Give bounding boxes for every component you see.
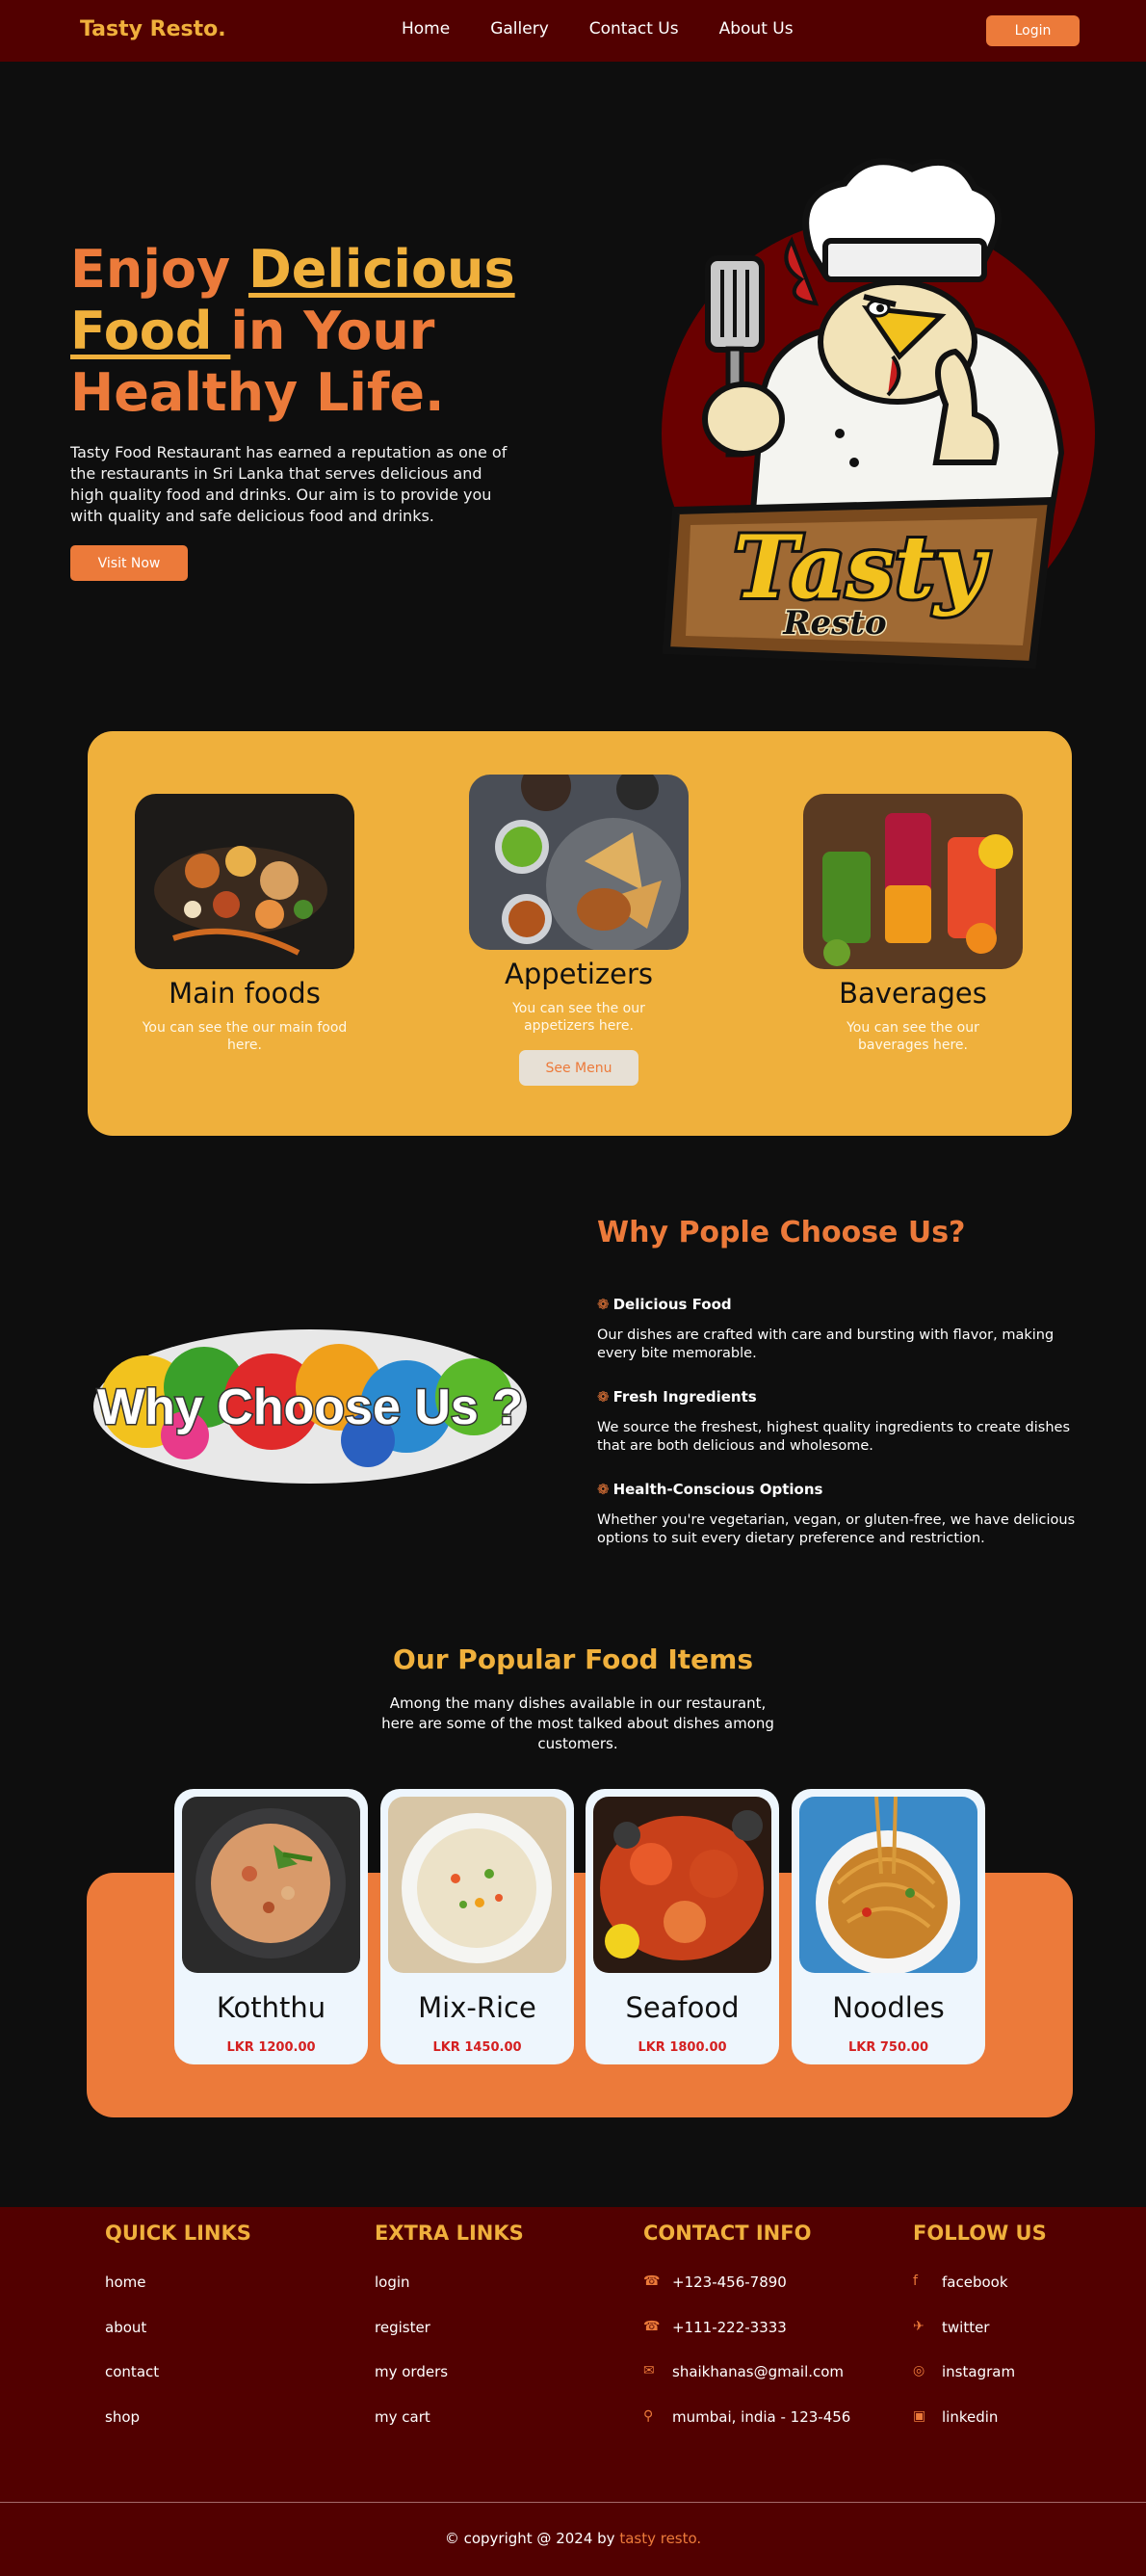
contact-email[interactable]: ✉ shaikhanas@gmail.com bbox=[643, 2363, 850, 2408]
nav-link-gallery[interactable]: Gallery bbox=[490, 19, 549, 39]
why-item-body: We source the freshest, highest quality … bbox=[597, 1420, 1071, 1454]
instagram-icon: ◎ bbox=[913, 2363, 925, 2379]
noodles-image bbox=[799, 1797, 977, 1973]
food-card-mix-rice[interactable]: Mix-Rice LKR 1450.00 bbox=[380, 1789, 574, 2064]
mix-rice-image bbox=[388, 1797, 566, 1973]
why-item-fresh-ingredients: ❁ Fresh Ingredients We source the freshes… bbox=[597, 1388, 1079, 1456]
footer-link-about[interactable]: about bbox=[105, 2319, 251, 2364]
food-name: Koththu bbox=[216, 1991, 326, 2024]
category-description: You can see the our baverages here. bbox=[846, 1020, 979, 1053]
hero-title-part1: Enjoy bbox=[70, 239, 248, 300]
category-beverages[interactable]: Baverages You can see the our baverages … bbox=[797, 794, 1029, 1054]
food-price: LKR 1800.00 bbox=[638, 2040, 727, 2055]
seafood-image bbox=[593, 1797, 771, 1973]
main-foods-image bbox=[135, 794, 354, 969]
contact-phone-1[interactable]: ☎ +123-456-7890 bbox=[643, 2274, 850, 2319]
footer-divider bbox=[0, 2502, 1146, 2503]
nav-links: Home Gallery Contact Us About Us bbox=[402, 19, 834, 39]
category-description: You can see the our appetizers here. bbox=[512, 1001, 645, 1034]
food-name: Mix-Rice bbox=[418, 1991, 536, 2024]
footer-link-my-orders[interactable]: my orders bbox=[375, 2363, 524, 2408]
login-button[interactable]: Login bbox=[986, 15, 1080, 46]
category-main-foods[interactable]: Main foods You can see the our main food… bbox=[129, 794, 360, 1054]
popular-section-subtitle: Among the many dishes available in our r… bbox=[381, 1695, 774, 1752]
category-title: Appetizers bbox=[504, 958, 654, 990]
appetizers-image bbox=[469, 775, 689, 950]
food-price: LKR 750.00 bbox=[847, 2040, 929, 2055]
contact-phone-2[interactable]: ☎ +111-222-3333 bbox=[643, 2319, 850, 2364]
footer-link-home[interactable]: home bbox=[105, 2274, 251, 2319]
food-card-noodles[interactable]: Noodles LKR 750.00 bbox=[792, 1789, 985, 2064]
hero-description: Tasty Food Restaurant has earned a reput… bbox=[70, 443, 508, 525]
hero-title: Enjoy Delicious Food in Your Healthy Lif… bbox=[70, 239, 571, 424]
footer-link-my-cart[interactable]: my cart bbox=[375, 2408, 524, 2454]
food-card-koththu[interactable]: Koththu LKR 1200.00 bbox=[174, 1789, 368, 2064]
why-item-health-options: ❁ Health-Conscious Options Whether you're… bbox=[597, 1481, 1079, 1548]
footer-extra-links: EXTRA LINKS login register my orders my … bbox=[375, 2221, 524, 2453]
social-facebook-link[interactable]: f facebook bbox=[913, 2274, 1047, 2319]
phone-icon: ☎ bbox=[643, 2274, 661, 2289]
twitter-icon: ✈ bbox=[913, 2318, 925, 2334]
map-pin-icon: ⚲ bbox=[643, 2407, 654, 2424]
why-item-heading: ❁ Health-Conscious Options bbox=[597, 1481, 823, 1498]
why-choose-us-image-text: Why Choose Us ? bbox=[97, 1380, 523, 1435]
envelope-icon: ✉ bbox=[643, 2363, 655, 2379]
footer-link-contact[interactable]: contact bbox=[105, 2363, 251, 2408]
chef-chicken-mascot-logo: Tasty Resto bbox=[662, 158, 1095, 670]
social-linkedin-link[interactable]: ▣ linkedin bbox=[913, 2408, 1047, 2454]
social-twitter-link[interactable]: ✈ twitter bbox=[913, 2319, 1047, 2364]
footer-column-title: QUICK LINKS bbox=[105, 2221, 251, 2245]
footer-quick-links: QUICK LINKS home about contact shop bbox=[105, 2221, 251, 2453]
footer-link-shop[interactable]: shop bbox=[105, 2408, 251, 2454]
nav-link-home[interactable]: Home bbox=[402, 19, 450, 39]
why-item-delicious-food: ❁ Delicious Food Our dishes are crafted w… bbox=[597, 1296, 1079, 1363]
why-section-title: Why Pople Choose Us? bbox=[597, 1216, 966, 1249]
top-navbar: Tasty Resto. Home Gallery Contact Us Abo… bbox=[0, 0, 1146, 62]
footer-column-title: FOLLOW US bbox=[913, 2221, 1047, 2245]
linkedin-icon: ▣ bbox=[913, 2407, 926, 2424]
category-appetizers[interactable]: Appetizers You can see the our appetizer… bbox=[463, 775, 694, 1086]
mascot-logo-resto-text: Resto bbox=[782, 604, 886, 643]
footer-link-register[interactable]: register bbox=[375, 2319, 524, 2364]
food-name: Noodles bbox=[832, 1991, 945, 2024]
see-menu-button[interactable]: See Menu bbox=[519, 1050, 638, 1086]
contact-address: ⚲ mumbai, india - 123-456 bbox=[643, 2407, 851, 2426]
food-name: Seafood bbox=[625, 1991, 740, 2024]
why-item-heading: ❁ Fresh Ingredients bbox=[597, 1388, 757, 1406]
copyright-brand-link[interactable]: tasty resto. bbox=[619, 2530, 701, 2547]
why-choose-us-paint-splash-image: Why Choose Us ? bbox=[93, 1329, 527, 1484]
category-description: You can see the our main food here. bbox=[142, 1020, 348, 1053]
food-card-seafood[interactable]: Seafood LKR 1800.00 bbox=[586, 1789, 779, 2064]
food-price: LKR 1200.00 bbox=[226, 2040, 316, 2055]
nav-link-contact[interactable]: Contact Us bbox=[589, 19, 679, 39]
footer-column-title: EXTRA LINKS bbox=[375, 2221, 524, 2245]
visit-now-button[interactable]: Visit Now bbox=[70, 545, 188, 581]
category-title: Main foods bbox=[169, 977, 321, 1010]
koththu-image bbox=[182, 1797, 360, 1973]
why-item-body: Whether you're vegetarian, vegan, or glu… bbox=[597, 1512, 1076, 1546]
why-item-heading: ❁ Delicious Food bbox=[597, 1296, 732, 1313]
popular-section-title: Our Popular Food Items bbox=[393, 1643, 753, 1675]
facebook-icon: f bbox=[913, 2274, 918, 2289]
category-title: Baverages bbox=[839, 977, 987, 1010]
food-price: LKR 1450.00 bbox=[432, 2040, 522, 2055]
why-item-body: Our dishes are crafted with care and bur… bbox=[597, 1327, 1055, 1361]
brand-logo-text[interactable]: Tasty Resto. bbox=[80, 17, 226, 41]
copyright-text: © copyright @ 2024 by tasty resto. bbox=[444, 2530, 702, 2547]
phone-icon: ☎ bbox=[643, 2318, 661, 2334]
beverages-image bbox=[803, 794, 1023, 969]
footer-column-title: CONTACT INFO bbox=[643, 2221, 812, 2245]
nav-link-about[interactable]: About Us bbox=[719, 19, 794, 39]
flower-icon: ❁ bbox=[597, 1481, 610, 1498]
footer-follow-us: FOLLOW US f facebook ✈ twitter ◎ instagram … bbox=[913, 2221, 1047, 2453]
social-instagram-link[interactable]: ◎ instagram bbox=[913, 2363, 1047, 2408]
footer-link-login[interactable]: login bbox=[375, 2274, 524, 2319]
flower-icon: ❁ bbox=[597, 1388, 610, 1406]
flower-icon: ❁ bbox=[597, 1296, 610, 1313]
footer-contact-info: CONTACT INFO ☎ +123-456-7890 ☎ +111-222-33… bbox=[643, 2221, 850, 2453]
